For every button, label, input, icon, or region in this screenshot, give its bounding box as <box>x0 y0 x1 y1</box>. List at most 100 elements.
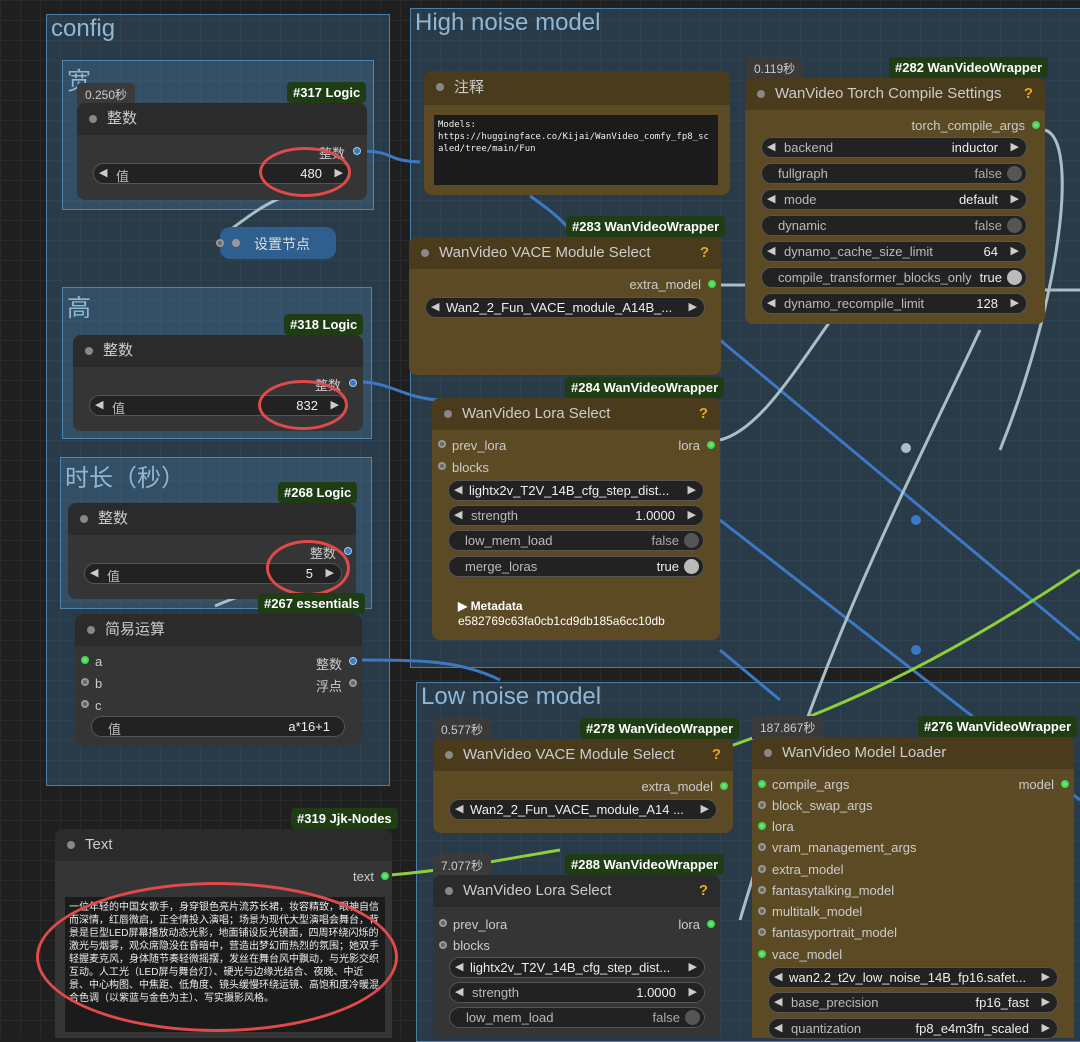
dynamic-toggle[interactable]: dynamic false <box>761 215 1027 236</box>
fullgraph-toggle[interactable]: fullgraph false <box>761 163 1027 184</box>
decrement-icon[interactable]: ◀ <box>774 970 782 983</box>
node-title[interactable]: WanVideo Lora Select? <box>433 875 720 907</box>
input-port[interactable] <box>439 941 447 949</box>
node-title[interactable]: 整数 <box>77 103 367 135</box>
increment-icon[interactable]: ▶ <box>1011 244 1019 257</box>
low-mem-toggle[interactable]: low_mem_load false <box>449 1007 705 1028</box>
help-icon[interactable]: ? <box>700 237 709 269</box>
input-port[interactable] <box>758 886 766 894</box>
decrement-icon[interactable]: ◀ <box>774 1021 782 1034</box>
output-port[interactable] <box>349 379 357 387</box>
output-port[interactable] <box>353 147 361 155</box>
collapse-dot-icon[interactable] <box>436 83 444 91</box>
strength-widget[interactable]: ◀ strength 1.0000 ▶ <box>449 982 705 1003</box>
node-title[interactable]: WanVideo Lora Select? <box>432 398 720 430</box>
decrement-icon[interactable]: ◀ <box>767 192 775 205</box>
input-port[interactable] <box>758 950 766 958</box>
toggle-knob[interactable] <box>1007 270 1022 285</box>
collapse-dot-icon[interactable] <box>444 410 452 418</box>
increment-icon[interactable]: ▶ <box>1011 192 1019 205</box>
increment-icon[interactable]: ▶ <box>688 508 696 521</box>
input-port[interactable] <box>438 462 446 470</box>
reroute-dot[interactable] <box>901 443 911 453</box>
cache-size-widget[interactable]: ◀ dynamo_cache_size_limit 64 ▶ <box>761 241 1027 262</box>
note-text[interactable]: Models: https://huggingface.co/Kijai/Wan… <box>434 115 718 185</box>
node-title[interactable]: 整数 <box>68 503 356 535</box>
ctbo-toggle[interactable]: compile_transformer_blocks_only true <box>761 267 1027 288</box>
output-port[interactable] <box>344 547 352 555</box>
help-icon[interactable]: ? <box>699 875 708 907</box>
input-port[interactable] <box>758 843 766 851</box>
decrement-icon[interactable]: ◀ <box>767 296 775 309</box>
increment-icon[interactable]: ▶ <box>1042 995 1050 1008</box>
increment-icon[interactable]: ▶ <box>688 483 696 496</box>
node-title[interactable]: 注释 <box>424 71 730 105</box>
input-port-b[interactable] <box>81 678 89 686</box>
output-port[interactable] <box>1032 121 1040 129</box>
increment-icon[interactable]: ▶ <box>1042 1021 1050 1034</box>
reroute-dot[interactable] <box>911 645 921 655</box>
toggle-knob[interactable] <box>1007 218 1022 233</box>
collapse-dot-icon[interactable] <box>67 841 75 849</box>
input-port[interactable] <box>758 928 766 936</box>
help-icon[interactable]: ? <box>712 739 721 771</box>
increment-icon[interactable]: ▶ <box>689 985 697 998</box>
decrement-icon[interactable]: ◀ <box>455 802 463 815</box>
toggle-knob[interactable] <box>685 1010 700 1025</box>
strength-widget[interactable]: ◀ strength 1.0000 ▶ <box>448 505 704 526</box>
mode-widget[interactable]: ◀ mode default ▶ <box>761 189 1027 210</box>
toggle-knob[interactable] <box>684 559 699 574</box>
node-title[interactable]: WanVideo VACE Module Select? <box>433 739 733 771</box>
decrement-icon[interactable]: ◀ <box>90 566 98 579</box>
node-title[interactable]: WanVideo VACE Module Select? <box>409 237 721 269</box>
output-port[interactable] <box>1061 780 1069 788</box>
help-icon[interactable]: ? <box>699 398 708 430</box>
recompile-limit-widget[interactable]: ◀ dynamo_recompile_limit 128 ▶ <box>761 293 1027 314</box>
collapse-dot-icon[interactable] <box>757 90 765 98</box>
decrement-icon[interactable]: ◀ <box>774 995 782 1008</box>
increment-icon[interactable]: ▶ <box>701 802 709 815</box>
metadata-toggle[interactable]: ▶ Metadata <box>458 599 523 613</box>
input-port[interactable] <box>758 822 766 830</box>
increment-icon[interactable]: ▶ <box>1011 140 1019 153</box>
output-port-float[interactable] <box>349 679 357 687</box>
decrement-icon[interactable]: ◀ <box>455 985 463 998</box>
input-port-a[interactable] <box>81 656 89 664</box>
reroute-dot[interactable] <box>911 515 921 525</box>
output-port[interactable] <box>708 280 716 288</box>
node-title[interactable]: WanVideo Model Loader <box>752 737 1074 769</box>
node-278-vace-select[interactable]: WanVideo VACE Module Select? extra_model… <box>433 739 733 833</box>
model-dropdown[interactable]: ◀ wan2.2_t2v_low_noise_14B_fp16.safet... ▶ <box>768 967 1058 988</box>
input-port[interactable] <box>758 907 766 915</box>
increment-icon[interactable]: ▶ <box>689 300 697 313</box>
input-port[interactable] <box>758 780 766 788</box>
node-276-model-loader[interactable]: WanVideo Model Loader model compile_args… <box>752 737 1074 1039</box>
node-267-simple-math[interactable]: 简易运算 a b c 整数 浮点 值 a*16+1 <box>75 614 362 746</box>
merge-loras-toggle[interactable]: merge_loras true <box>448 556 704 577</box>
collapse-dot-icon[interactable] <box>764 749 772 757</box>
node-note[interactable]: 注释 Models: https://huggingface.co/Kijai/… <box>424 71 730 195</box>
toggle-knob[interactable] <box>1007 166 1022 181</box>
output-port-int[interactable] <box>349 657 357 665</box>
quantization-widget[interactable]: ◀ quantization fp8_e4m3fn_scaled ▶ <box>768 1018 1058 1039</box>
set-node[interactable]: 设置节点 <box>216 227 336 259</box>
help-icon[interactable]: ? <box>1024 78 1033 110</box>
decrement-icon[interactable]: ◀ <box>99 166 107 179</box>
decrement-icon[interactable]: ◀ <box>454 483 462 496</box>
node-title[interactable]: 整数 <box>73 335 363 367</box>
node-283-vace-select[interactable]: WanVideo VACE Module Select? extra_model… <box>409 237 721 375</box>
decrement-icon[interactable]: ◀ <box>455 960 463 973</box>
increment-icon[interactable]: ▶ <box>689 960 697 973</box>
output-port[interactable] <box>720 782 728 790</box>
input-port[interactable] <box>438 440 446 448</box>
node-title[interactable]: WanVideo Torch Compile Settings? <box>745 78 1045 110</box>
expression-widget[interactable]: 值 a*16+1 <box>91 716 345 737</box>
input-port[interactable] <box>758 865 766 873</box>
output-port[interactable] <box>707 441 715 449</box>
collapse-dot-icon[interactable] <box>80 515 88 523</box>
lora-dropdown[interactable]: ◀ lightx2v_T2V_14B_cfg_step_dist... ▶ <box>448 480 704 501</box>
output-port[interactable] <box>381 872 389 880</box>
collapse-dot-icon[interactable] <box>85 347 93 355</box>
precision-widget[interactable]: ◀ base_precision fp16_fast ▶ <box>768 992 1058 1013</box>
module-dropdown[interactable]: ◀ Wan2_2_Fun_VACE_module_A14B_... ▶ <box>425 297 705 318</box>
